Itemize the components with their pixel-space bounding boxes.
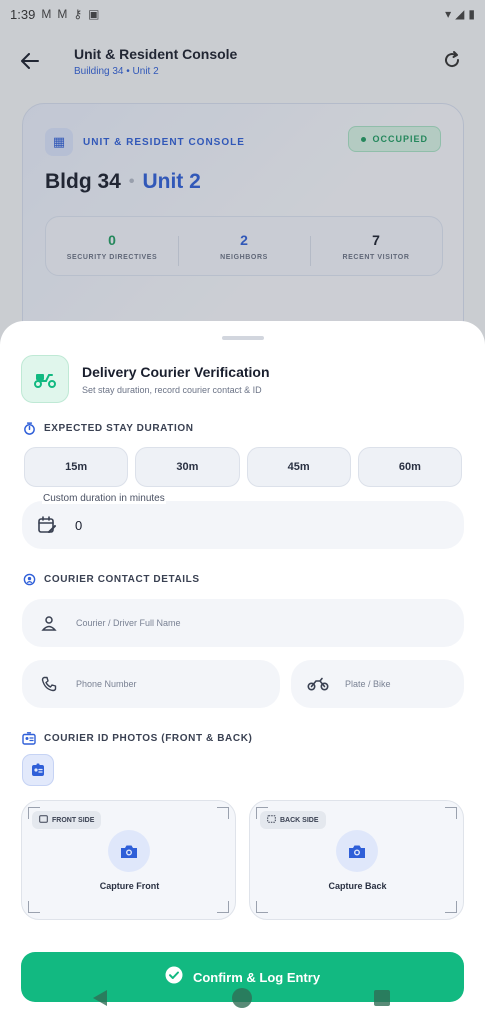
duration-45m-button[interactable]: 45m <box>246 447 351 487</box>
scooter-icon <box>21 355 69 403</box>
frame-corner <box>445 901 457 913</box>
contact-details-header: COURIER CONTACT DETAILS <box>22 572 200 586</box>
frame-corner <box>28 901 40 913</box>
calendar-edit-icon <box>37 515 61 535</box>
stay-duration-header: EXPECTED STAY DURATION <box>22 421 194 435</box>
frame-corner <box>217 807 229 819</box>
capture-back-label: Capture Back <box>328 881 387 891</box>
phone-number-input[interactable]: Phone Number <box>22 660 280 708</box>
bottom-sheet: Delivery Courier Verification Set stay d… <box>0 321 485 1024</box>
capture-front-label: Capture Front <box>99 881 160 891</box>
capture-front-card[interactable]: FRONT SIDE Capture Front <box>21 800 236 920</box>
back-side-tag: BACK SIDE <box>260 811 326 829</box>
timer-icon <box>22 421 36 435</box>
location-pin-icon <box>22 572 36 586</box>
system-nav-bar <box>0 982 485 1014</box>
camera-icon <box>336 830 378 872</box>
nav-recents-icon[interactable] <box>374 990 390 1006</box>
back-side-label: BACK SIDE <box>280 816 319 824</box>
section-label: EXPECTED STAY DURATION <box>44 422 194 434</box>
courier-name-input[interactable]: Courier / Driver Full Name <box>22 599 464 647</box>
capture-back-card[interactable]: BACK SIDE Capture Back <box>249 800 464 920</box>
custom-duration-label: Custom duration in minutes <box>42 493 166 504</box>
phone-icon <box>37 676 61 692</box>
frame-corner <box>217 901 229 913</box>
phone-number-placeholder: Phone Number <box>76 679 137 689</box>
courier-name-placeholder: Courier / Driver Full Name <box>76 618 181 628</box>
duration-30m-button[interactable]: 30m <box>135 447 240 487</box>
id-badge-icon <box>22 731 36 745</box>
duration-options: 15m 30m 45m 60m <box>24 447 462 487</box>
id-photos-header: COURIER ID PHOTOS (FRONT & BACK) <box>22 731 252 745</box>
front-side-tag: FRONT SIDE <box>32 811 102 829</box>
plate-bike-placeholder: Plate / Bike <box>345 679 391 689</box>
custom-duration-input[interactable]: 0 <box>22 501 464 549</box>
nav-back-icon[interactable] <box>93 990 107 1006</box>
camera-icon <box>108 830 150 872</box>
card-icon <box>39 815 48 825</box>
nav-home-icon[interactable] <box>232 988 252 1008</box>
custom-duration-value: 0 <box>75 517 83 533</box>
sheet-subtitle: Set stay duration, record courier contac… <box>82 385 262 395</box>
plate-bike-input[interactable]: Plate / Bike <box>291 660 464 708</box>
sheet-title: Delivery Courier Verification <box>82 364 270 380</box>
duration-60m-button[interactable]: 60m <box>357 447 462 487</box>
motorbike-icon <box>306 677 330 691</box>
frame-corner <box>256 901 268 913</box>
drag-handle[interactable] <box>222 336 264 340</box>
duration-15m-button[interactable]: 15m <box>24 447 129 487</box>
section-label: COURIER ID PHOTOS (FRONT & BACK) <box>44 732 253 744</box>
id-card-icon <box>22 754 54 786</box>
frame-corner <box>445 807 457 819</box>
section-label: COURIER CONTACT DETAILS <box>44 573 200 585</box>
card-back-icon <box>267 815 276 825</box>
front-side-label: FRONT SIDE <box>52 816 95 824</box>
person-icon <box>37 615 61 631</box>
